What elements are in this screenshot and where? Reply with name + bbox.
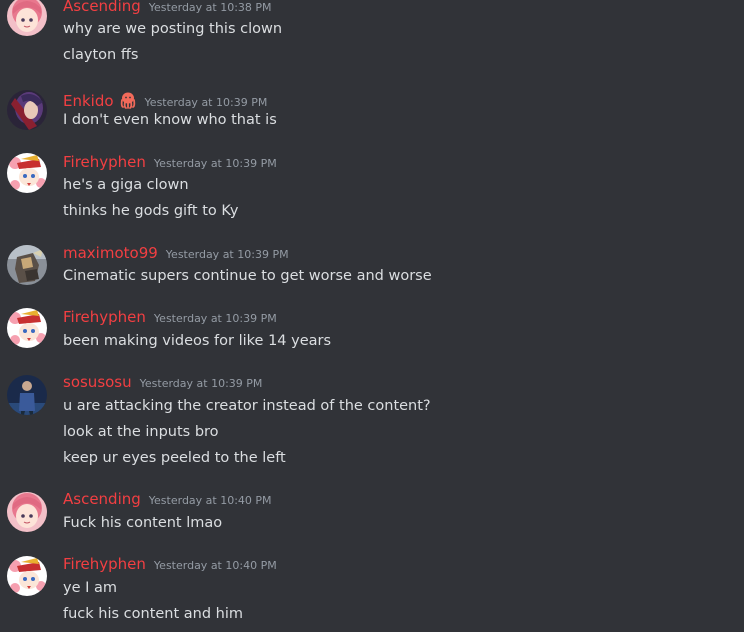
avatar[interactable] (7, 492, 47, 532)
avatar[interactable] (7, 556, 47, 596)
message-text: ye I am (63, 580, 118, 596)
message-text: Cinematic supers continue to get worse a… (63, 268, 432, 284)
message-text: clayton ffs (63, 47, 139, 63)
message-header: Ascending Yesterday at 10:38 PM (63, 0, 272, 19)
username[interactable]: sosusosu (63, 373, 132, 391)
octopus-icon (119, 91, 137, 109)
message-text: thinks he gods gift to Ky (63, 203, 239, 219)
message-text: he's a giga clown (63, 177, 189, 193)
message-text: u are attacking the creator instead of t… (63, 398, 431, 414)
timestamp[interactable]: Yesterday at 10:39 PM (166, 248, 289, 261)
avatar[interactable] (7, 308, 47, 348)
armored-character-icon (7, 245, 47, 285)
timestamp[interactable]: Yesterday at 10:39 PM (140, 377, 263, 390)
message-text: fuck his content and him (63, 606, 244, 622)
timestamp[interactable]: Yesterday at 10:40 PM (149, 494, 272, 507)
message-header: Firehyphen Yesterday at 10:39 PM (63, 153, 277, 175)
timestamp[interactable]: Yesterday at 10:39 PM (145, 96, 268, 109)
cherry-blossom-character-icon (7, 308, 47, 348)
avatar[interactable] (7, 153, 47, 193)
username[interactable]: Ascending (63, 0, 141, 15)
avatar[interactable] (7, 90, 47, 130)
username[interactable]: maximoto99 (63, 244, 158, 262)
message-text: keep ur eyes peeled to the left (63, 450, 286, 466)
cherry-blossom-character-icon (7, 556, 47, 596)
message-list: Ascending Yesterday at 10:38 PM why are … (0, 0, 744, 632)
username[interactable]: Firehyphen (63, 308, 146, 326)
timestamp[interactable]: Yesterday at 10:40 PM (154, 559, 277, 572)
timestamp[interactable]: Yesterday at 10:39 PM (154, 312, 277, 325)
username[interactable]: Firehyphen (63, 555, 146, 573)
avatar[interactable] (7, 245, 47, 285)
message-text: look at the inputs bro (63, 424, 219, 440)
pink-hair-girl-icon (7, 0, 47, 36)
message-header: maximoto99 Yesterday at 10:39 PM (63, 244, 289, 266)
message-text: been making videos for like 14 years (63, 333, 332, 349)
timestamp[interactable]: Yesterday at 10:39 PM (154, 157, 277, 170)
cherry-blossom-character-icon (7, 153, 47, 193)
message-header: Enkido Yesterday at 10:39 PM (63, 88, 267, 110)
avatar[interactable] (7, 375, 47, 415)
message-header: Ascending Yesterday at 10:40 PM (63, 490, 272, 512)
blue-figure-icon (7, 375, 47, 415)
message-text: I don't even know who that is (63, 112, 277, 128)
avatar[interactable] (7, 0, 47, 36)
pink-hair-girl-icon (7, 492, 47, 532)
username[interactable]: Enkido (63, 92, 114, 110)
message-text: Fuck his content lmao (63, 515, 223, 531)
message-text: why are we posting this clown (63, 21, 283, 37)
username[interactable]: Firehyphen (63, 153, 146, 171)
dark-purple-icon (7, 90, 47, 130)
message-header: sosusosu Yesterday at 10:39 PM (63, 373, 262, 395)
message-header: Firehyphen Yesterday at 10:39 PM (63, 308, 277, 330)
username[interactable]: Ascending (63, 490, 141, 508)
timestamp[interactable]: Yesterday at 10:38 PM (149, 1, 272, 14)
message-header: Firehyphen Yesterday at 10:40 PM (63, 555, 277, 577)
